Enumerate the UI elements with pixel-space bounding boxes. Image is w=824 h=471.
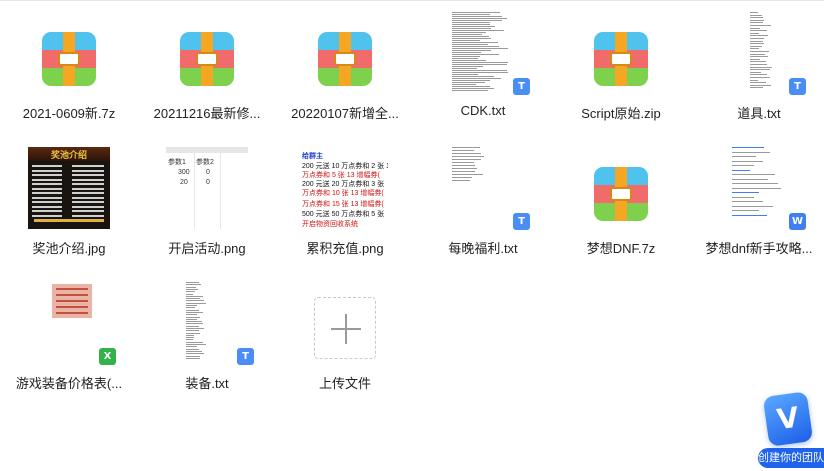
file-name: 开启活动.png xyxy=(168,241,246,256)
thumbnail-text: 给群主 xyxy=(302,153,323,160)
text-preview xyxy=(728,12,790,94)
txt-badge-icon: T xyxy=(513,213,530,230)
file-name: 每晚福利.txt xyxy=(448,241,518,256)
file-item[interactable]: T 装备.txt xyxy=(138,270,276,400)
archive-icon xyxy=(594,167,648,221)
file-name: 累积充值.png xyxy=(306,241,384,256)
table-cell: 0 xyxy=(206,169,210,176)
file-item[interactable]: W 梦想dnf新手攻略... xyxy=(690,135,824,265)
txt-badge-icon: T xyxy=(789,78,806,95)
excel-badge-icon: X xyxy=(99,348,116,365)
image-thumbnail: 给群主 200 元送 10 万点券和 2 张 13 万点券和 5 张 13 增幅… xyxy=(302,147,388,229)
file-item[interactable]: 给群主 200 元送 10 万点券和 2 张 13 万点券和 5 张 13 增幅… xyxy=(276,135,414,265)
file-name: 梦想DNF.7z xyxy=(586,241,656,256)
image-thumbnail: 参数1 参数2 300 0 20 0 xyxy=(166,147,248,229)
file-name: 20220107新增全... xyxy=(291,106,399,121)
file-item[interactable]: T 道具.txt xyxy=(690,0,824,130)
file-item[interactable]: 梦想DNF.7z xyxy=(552,135,690,265)
create-team-button[interactable]: V 创建你的团队 xyxy=(748,388,824,471)
file-item[interactable]: Script原始.zip xyxy=(552,0,690,130)
file-item[interactable]: X 游戏装备价格表(... xyxy=(0,270,138,400)
word-preview xyxy=(726,147,792,229)
file-grid: 2021-0609新.7z 20211216最新修... 20220107新增全… xyxy=(0,0,824,471)
file-name: Script原始.zip xyxy=(581,106,661,121)
thumbnail-title: 奖池介绍 xyxy=(50,150,87,160)
txt-badge-icon: T xyxy=(513,78,530,95)
upload-label: 上传文件 xyxy=(318,376,371,391)
table-cell: 20 xyxy=(180,179,188,186)
table-cell: 300 xyxy=(178,169,190,176)
file-item[interactable]: 20220107新增全... xyxy=(276,0,414,130)
team-logo-icon: V xyxy=(762,391,814,447)
archive-icon xyxy=(42,32,96,86)
txt-badge-icon: T xyxy=(237,348,254,365)
file-name: 梦想dnf新手攻略... xyxy=(705,241,813,256)
file-item[interactable]: T 每晚福利.txt xyxy=(414,135,552,265)
archive-icon xyxy=(180,32,234,86)
file-name: 装备.txt xyxy=(185,376,229,391)
file-name: 道具.txt xyxy=(737,106,781,121)
archive-icon xyxy=(594,32,648,86)
thumbnail-text: 万点券和 10 张 13 增幅券( xyxy=(302,190,384,197)
file-name: 游戏装备价格表(... xyxy=(15,376,123,391)
thumbnail-text: 500 元送 50 万点券和 5 张 xyxy=(302,211,385,218)
file-name: CDK.txt xyxy=(460,103,506,118)
table-cell: 0 xyxy=(206,179,210,186)
file-item[interactable]: 奖池介绍 奖池介绍.jpg xyxy=(0,135,138,265)
file-name: 2021-0609新.7z xyxy=(22,106,116,121)
file-item[interactable]: 20211216最新修... xyxy=(138,0,276,130)
file-name: 奖池介绍.jpg xyxy=(32,241,106,256)
file-item[interactable]: 2021-0609新.7z xyxy=(0,0,138,130)
excel-preview xyxy=(52,284,92,318)
file-name: 20211216最新修... xyxy=(153,106,261,121)
thumbnail-text: 万点券和 15 张 13 增幅券( xyxy=(302,201,384,208)
file-item[interactable]: T CDK.txt xyxy=(414,0,552,130)
image-thumbnail: 奖池介绍 xyxy=(28,147,110,229)
upload-plus-icon xyxy=(314,297,376,359)
archive-icon xyxy=(318,32,372,86)
text-preview xyxy=(452,147,514,229)
table-header-2: 参数2 xyxy=(196,159,214,166)
text-preview xyxy=(452,12,514,94)
file-item[interactable]: 参数1 参数2 300 0 20 0 开启活动.png xyxy=(138,135,276,265)
create-team-label: 创建你的团队 xyxy=(758,448,824,468)
table-header-1: 参数1 xyxy=(168,159,186,166)
upload-file-button[interactable]: 上传文件 xyxy=(276,270,414,400)
text-preview xyxy=(176,282,238,364)
thumbnail-text: 开启物资回收系统 xyxy=(302,221,358,228)
word-badge-icon: W xyxy=(789,213,806,230)
